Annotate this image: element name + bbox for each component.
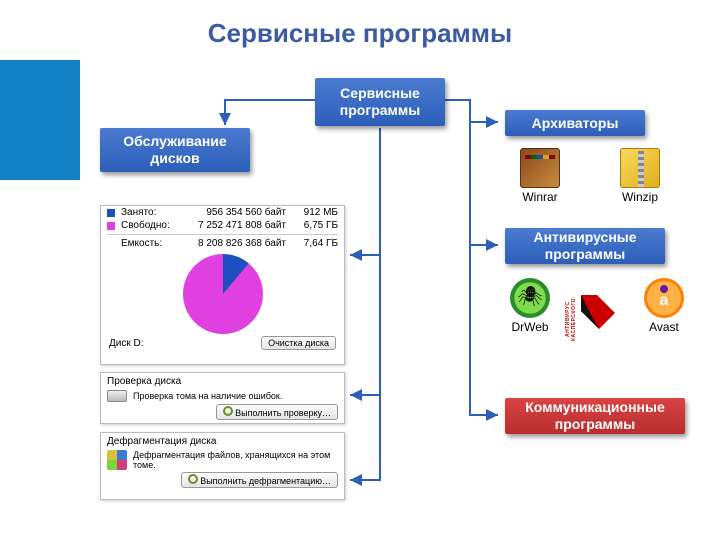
gear-icon [188,474,198,484]
drweb-label: DrWeb [510,320,550,334]
pie-chart-icon [183,254,263,334]
defrag-title: Дефрагментация диска [107,436,338,447]
archiver-winrar: Winrar [520,148,560,204]
decorative-sidebar [0,60,80,180]
gear-icon [223,406,233,416]
check-title: Проверка диска [107,376,338,387]
node-arch-label: Архиваторы [532,115,619,132]
used-bytes: 956 354 560 байт [206,207,286,218]
av-avast: Avast [644,278,684,334]
cap-bytes: 8 208 826 368 байт [198,238,286,249]
av-kaspersky: АНТИВИРУС КАСПЕРСКОГО [562,291,632,334]
disk-cleanup-button[interactable]: Очистка диска [261,336,336,350]
kaspersky-icon [577,291,617,331]
legend-free-label: Свободно: [121,220,170,231]
node-disk-maintenance: Обслуживание дисков [100,128,250,172]
node-communication: Коммуникационные программы [505,398,685,434]
page-title: Сервисные программы [0,18,720,49]
legend-used-icon [107,209,115,217]
legend-used-label: Занято: [121,207,156,218]
node-comm-label: Коммуникационные программы [515,399,675,433]
node-disk-label: Обслуживание дисков [110,133,240,167]
node-av-label: Антивирусные программы [515,229,655,263]
archiver-winzip: Winzip [620,148,660,204]
check-run-button[interactable]: Выполнить проверку… [216,404,338,420]
avast-label: Avast [644,320,684,334]
av-drweb: DrWeb [510,278,550,334]
free-bytes: 7 252 471 808 байт [198,220,286,231]
node-archivers: Архиваторы [505,110,645,136]
drive-label: Диск D: [109,338,144,349]
cap-human: 7,64 ГБ [292,238,338,249]
free-human: 6,75 ГБ [292,220,338,231]
winzip-label: Winzip [620,190,660,204]
avast-icon [644,278,684,318]
defrag-run-button[interactable]: Выполнить дефрагментацию… [181,472,338,488]
drweb-icon [510,278,550,318]
node-root: Сервисные программы [315,78,445,126]
panel-check-disk: Проверка диска Проверка тома на наличие … [100,372,345,424]
node-root-label: Сервисные программы [325,85,435,119]
legend-cap-label: Емкость: [121,238,162,249]
winzip-icon [620,148,660,188]
panel-defrag: Дефрагментация диска Дефрагментация файл… [100,432,345,500]
legend-free-icon [107,222,115,230]
used-human: 912 МБ [292,207,338,218]
hdd-icon [107,390,127,402]
winrar-label: Winrar [520,190,560,204]
defrag-desc: Дефрагментация файлов, хранящихся на это… [133,450,338,470]
panel-disk-usage: Занято: 956 354 560 байт 912 МБ Свободно: 7… [100,205,345,365]
defrag-icon [107,450,127,470]
check-desc: Проверка тома на наличие ошибок. [133,391,338,401]
winrar-icon [520,148,560,188]
node-antivirus: Антивирусные программы [505,228,665,264]
